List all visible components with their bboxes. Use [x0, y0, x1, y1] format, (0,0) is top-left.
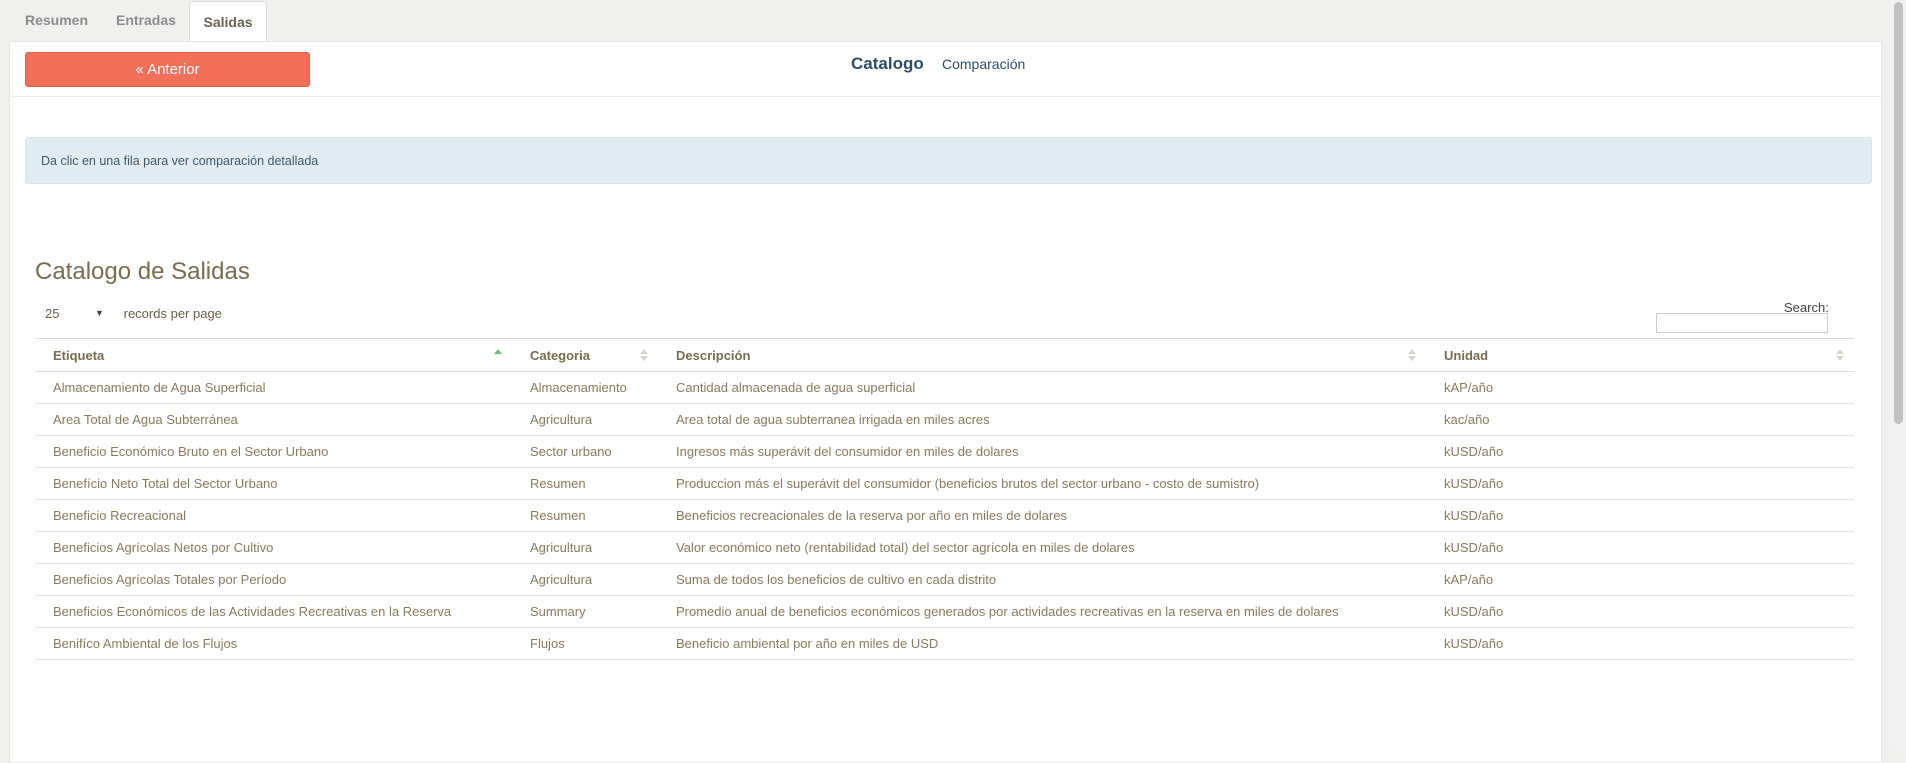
table-row[interactable]: Benefício Neto Total del Sector Urbano R…: [35, 467, 1854, 500]
cell-unidad: kUSD/año: [1426, 531, 1854, 564]
page-size-select[interactable]: 25 ▼: [45, 306, 104, 321]
table-row[interactable]: Beneficio Económico Bruto en el Sector U…: [35, 435, 1854, 468]
cell-unidad: kUSD/año: [1426, 499, 1854, 532]
cell-descripcion: Cantidad almacenada de agua superficial: [658, 371, 1426, 404]
info-alert: Da clic en una fila para ver comparación…: [25, 137, 1872, 184]
cell-descripcion: Suma de todos los beneficios de cultivo …: [658, 563, 1426, 596]
cell-unidad: kac/año: [1426, 403, 1854, 436]
cell-categoria: Agricultura: [512, 403, 658, 436]
page-size-value: 25: [45, 306, 60, 321]
cell-categoria: Sector urbano: [512, 435, 658, 468]
previous-button[interactable]: « Anterior: [25, 52, 310, 87]
table-row[interactable]: Beneficios Agrícolas Totales por Período…: [35, 563, 1854, 596]
sort-ascending-icon: [494, 349, 502, 363]
table-row[interactable]: Beneficios Agrícolas Netos por Cultivo A…: [35, 531, 1854, 564]
cell-unidad: kUSD/año: [1426, 467, 1854, 500]
cell-descripcion: Ingresos más superávit del consumidor en…: [658, 435, 1426, 468]
page-title: Catalogo de Salidas: [35, 257, 250, 285]
sort-icon: [1836, 349, 1844, 363]
cell-categoria: Almacenamiento: [512, 371, 658, 404]
sort-icon: [1408, 349, 1416, 363]
cell-descripcion: Produccion más el superávit del consumid…: [658, 467, 1426, 500]
nav-catalog-link[interactable]: Catalogo: [851, 54, 924, 74]
cell-etiqueta: Beneficios Agrícolas Netos por Cultivo: [35, 531, 512, 564]
cell-etiqueta: Area Total de Agua Subterránea: [35, 403, 512, 436]
column-header-etiqueta[interactable]: Etiqueta: [35, 338, 512, 372]
cell-descripcion: Valor económico neto (rentabilidad total…: [658, 531, 1426, 564]
cell-unidad: kAP/año: [1426, 371, 1854, 404]
cell-categoria: Resumen: [512, 467, 658, 500]
cell-descripcion: Area total de agua subterranea irrigada …: [658, 403, 1426, 436]
table-header-row: Etiqueta Categoria Descripción Unidad: [35, 338, 1854, 372]
cell-etiqueta: Benefício Neto Total del Sector Urbano: [35, 467, 512, 500]
cell-unidad: kAP/año: [1426, 563, 1854, 596]
table-row[interactable]: Benifíco Ambiental de los Flujos Flujos …: [35, 627, 1854, 660]
nav-comparison-link[interactable]: Comparación: [942, 56, 1025, 72]
cell-etiqueta: Beneficio Recreacional: [35, 499, 512, 532]
column-header-unidad[interactable]: Unidad: [1426, 338, 1854, 372]
cell-descripcion: Beneficio ambiental por año en miles de …: [658, 627, 1426, 660]
cell-descripcion: Promedio anual de beneficios económicos …: [658, 595, 1426, 628]
scrollbar-thumb[interactable]: [1894, 2, 1903, 424]
cell-etiqueta: Almacenamiento de Agua Superficial: [35, 371, 512, 404]
dropdown-caret-icon: ▼: [95, 308, 104, 318]
column-header-label: Descripción: [676, 347, 751, 363]
tab-bar: Resumen Entradas Salidas: [0, 0, 1890, 42]
column-header-label: Unidad: [1444, 347, 1489, 363]
cell-categoria: Flujos: [512, 627, 658, 660]
cell-unidad: kUSD/año: [1426, 595, 1854, 628]
outputs-table: Etiqueta Categoria Descripción Unidad Al…: [35, 338, 1854, 660]
cell-categoria: Agricultura: [512, 531, 658, 564]
sort-icon: [640, 349, 648, 363]
column-header-label: Etiqueta: [53, 347, 105, 363]
column-header-label: Categoria: [530, 347, 590, 363]
tab-salidas[interactable]: Salidas: [189, 1, 267, 42]
table-row[interactable]: Beneficio Recreacional Resumen Beneficio…: [35, 499, 1854, 532]
cell-etiqueta: Beneficios Agrícolas Totales por Período: [35, 563, 512, 596]
cell-unidad: kUSD/año: [1426, 627, 1854, 660]
cell-etiqueta: Beneficios Económicos de las Actividades…: [35, 595, 512, 628]
cell-etiqueta: Beneficio Económico Bruto en el Sector U…: [35, 435, 512, 468]
top-toolbar: « Anterior Catalogo Comparación: [10, 42, 1881, 97]
cell-categoria: Summary: [512, 595, 658, 628]
table-row[interactable]: Almacenamiento de Agua Superficial Almac…: [35, 371, 1854, 404]
search-input[interactable]: [1656, 313, 1828, 333]
cell-categoria: Resumen: [512, 499, 658, 532]
cell-descripcion: Beneficios recreacionales de la reserva …: [658, 499, 1426, 532]
cell-unidad: kUSD/año: [1426, 435, 1854, 468]
cell-etiqueta: Benifíco Ambiental de los Flujos: [35, 627, 512, 660]
tab-resumen[interactable]: Resumen: [25, 0, 88, 41]
page-size-label: records per page: [123, 306, 222, 321]
table-row[interactable]: Area Total de Agua Subterránea Agricultu…: [35, 403, 1854, 436]
tab-entradas[interactable]: Entradas: [116, 0, 176, 41]
page-size-control: 25 ▼ records per page: [45, 306, 222, 321]
column-header-descripcion[interactable]: Descripción: [658, 338, 1426, 372]
content-panel: « Anterior Catalogo Comparación Da clic …: [9, 41, 1882, 763]
cell-categoria: Agricultura: [512, 563, 658, 596]
table-row[interactable]: Beneficios Económicos de las Actividades…: [35, 595, 1854, 628]
column-header-categoria[interactable]: Categoria: [512, 338, 658, 372]
